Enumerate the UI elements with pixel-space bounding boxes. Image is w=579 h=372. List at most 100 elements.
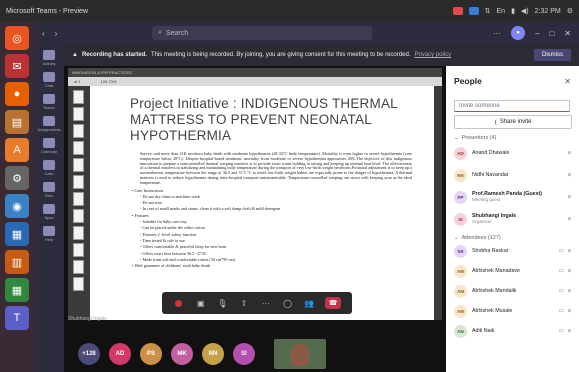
- ubuntu-icon[interactable]: ◎: [5, 26, 29, 50]
- document-title: Project Initiative : INDIGENOUS THERMAL …: [130, 96, 422, 144]
- clock[interactable]: 2:32 PM: [535, 8, 561, 15]
- rail-item-label: Calls: [44, 171, 54, 176]
- participant-row[interactable]: AN Aditi Naik ▭ ⌀: [454, 321, 571, 341]
- share-invite-label: Share invite: [499, 119, 532, 125]
- presenters-header-label: Presenters (4): [461, 135, 497, 141]
- participant-video-tile[interactable]: [274, 339, 326, 369]
- app-rail: Activity Chat Teams Assignments Calendar Call…: [34, 44, 64, 372]
- banner-bold: Recording has started.: [81, 52, 147, 58]
- hang-up-button[interactable]: ☎: [325, 297, 342, 309]
- participant-avatar[interactable]: NN: [202, 343, 224, 365]
- network-icon[interactable]: ⇅: [485, 7, 491, 15]
- presenters-section-header[interactable]: ⌄ Presenters (4): [454, 135, 571, 141]
- participant-row[interactable]: AM Abhishek Mandalik ▭ ⌀: [454, 281, 571, 301]
- page-thumbnail: [72, 243, 84, 257]
- participant-row[interactable]: AD Anand Dhawale ⌀: [454, 143, 571, 163]
- rail-item-label: Apps: [44, 215, 54, 220]
- rail-item[interactable]: Assignments: [36, 116, 62, 132]
- minimize-icon[interactable]: –: [535, 29, 539, 38]
- participants-icon[interactable]: 👥: [303, 297, 315, 309]
- files-icon[interactable]: ▤: [5, 110, 29, 134]
- battery-icon[interactable]: ▮: [511, 7, 515, 15]
- more-options-icon[interactable]: ···: [493, 29, 501, 38]
- avatar: AM: [454, 304, 467, 318]
- share-invite-button[interactable]: ⟨ Share invite: [454, 115, 572, 129]
- bluetooth-icon[interactable]: [468, 7, 479, 15]
- rail-item[interactable]: Help: [36, 226, 62, 242]
- participant-row[interactable]: PP Prof.Ramesh Panda (Guest) Meeting guest…: [454, 187, 571, 207]
- document-body: Survey said more than 21K newborn baby d…: [140, 151, 412, 185]
- microphone-icon[interactable]: 🎙: [216, 297, 228, 309]
- participant-text: Shobha Raskar: [472, 248, 553, 254]
- participant-row[interactable]: AM Abhishek Manadave ▭ ⌀: [454, 261, 571, 281]
- maximize-icon[interactable]: □: [549, 29, 554, 38]
- teams-launcher-icon[interactable]: T: [5, 306, 29, 330]
- participant-row[interactable]: SR Shobha Raskar ▭ ⌀: [454, 241, 571, 261]
- shared-document-window: INNOVATION & IPR PRACTICES of 1 126.73%: [68, 68, 442, 320]
- volume-icon[interactable]: ◀): [521, 7, 529, 15]
- mic-muted-icon: ⌀: [567, 194, 571, 200]
- forward-icon[interactable]: ›: [55, 29, 58, 38]
- camera-icon[interactable]: ▣: [195, 297, 207, 309]
- close-panel-icon[interactable]: ✕: [564, 77, 571, 86]
- writer-icon[interactable]: ▦: [5, 222, 29, 246]
- search-icon: ⌕: [158, 29, 162, 36]
- rail-item[interactable]: Apps: [36, 204, 62, 220]
- participant-icons: ⌀: [568, 216, 571, 222]
- document-list: • Care Instructions - Do not dry clean or…: [130, 188, 422, 270]
- participant-icons: ▭ ⌀: [558, 248, 571, 254]
- share-screen-icon[interactable]: ⇧: [238, 297, 250, 309]
- power-icon[interactable]: ⚙: [567, 7, 573, 15]
- participant-row[interactable]: SI Shubhangi Ingale Organizer ⌀: [454, 209, 571, 229]
- profile-avatar[interactable]: ●: [511, 26, 525, 40]
- participant-row[interactable]: AM Abhishek Musale ▭ ⌀: [454, 301, 571, 321]
- search-input[interactable]: ⌕ Search: [152, 26, 372, 40]
- software-center-icon[interactable]: A: [5, 138, 29, 162]
- header-right: ··· ● – □ ✕: [493, 26, 571, 40]
- dismiss-button[interactable]: Dismiss: [534, 49, 571, 61]
- rail-item[interactable]: Chat: [36, 72, 62, 88]
- camera-off-icon: ▭: [558, 308, 564, 314]
- calc-icon[interactable]: ▦: [5, 278, 29, 302]
- title-line: Project Initiative : INDIGENOUS THERMAL: [130, 96, 398, 111]
- mic-muted-icon: ⌀: [567, 172, 571, 178]
- page-thumbnail: [72, 209, 84, 223]
- chat-icon[interactable]: ◯: [282, 297, 294, 309]
- avatar: NN: [454, 168, 467, 182]
- participant-text: Abhishek Mandalik: [472, 288, 553, 294]
- rail-item[interactable]: Activity: [36, 50, 62, 66]
- participant-avatar[interactable]: MK: [171, 343, 193, 365]
- page-thumbnail: [72, 90, 84, 104]
- chat-app-icon[interactable]: ✉: [5, 54, 29, 78]
- invite-input[interactable]: [454, 100, 570, 112]
- participant-avatar[interactable]: AD: [109, 343, 131, 365]
- rail-item-label: Files: [44, 193, 54, 198]
- participant-name: Anand Dhawale: [472, 150, 510, 156]
- rail-item-label: Assignments: [37, 127, 61, 132]
- participant-row[interactable]: NN Nidhi Navandar ⌀: [454, 165, 571, 185]
- participant-name: Abhishek Manadave: [472, 268, 520, 274]
- privacy-policy-link[interactable]: Privacy policy: [414, 52, 451, 58]
- overflow-participants-badge[interactable]: +128: [78, 343, 100, 365]
- chevron-down-icon: ⌄: [454, 135, 459, 141]
- keyboard-icon[interactable]: En: [497, 8, 506, 15]
- participant-icons: ▭ ⌀: [558, 268, 571, 274]
- close-icon[interactable]: ✕: [564, 29, 571, 38]
- impress-icon[interactable]: ▥: [5, 250, 29, 274]
- participant-avatar[interactable]: PS: [140, 343, 162, 365]
- more-actions-icon[interactable]: ···: [260, 297, 272, 309]
- rail-item[interactable]: Calendar: [36, 138, 62, 154]
- settings-icon[interactable]: ⚙: [5, 166, 29, 190]
- chrome-icon[interactable]: ◉: [5, 194, 29, 218]
- firefox-icon[interactable]: ●: [5, 82, 29, 106]
- back-icon[interactable]: ‹: [42, 29, 45, 38]
- rail-item[interactable]: Files: [36, 182, 62, 198]
- recording-icon[interactable]: [452, 7, 463, 15]
- avatar: AM: [454, 284, 467, 298]
- rail-item[interactable]: Teams: [36, 94, 62, 110]
- page-thumbnail: [72, 158, 84, 172]
- participant-avatar[interactable]: SI: [233, 343, 255, 365]
- rail-item[interactable]: Calls: [36, 160, 62, 176]
- list-item: • With guarantee of childrens' sixth bab…: [132, 263, 211, 269]
- mic-muted-icon: ⌀: [567, 150, 571, 156]
